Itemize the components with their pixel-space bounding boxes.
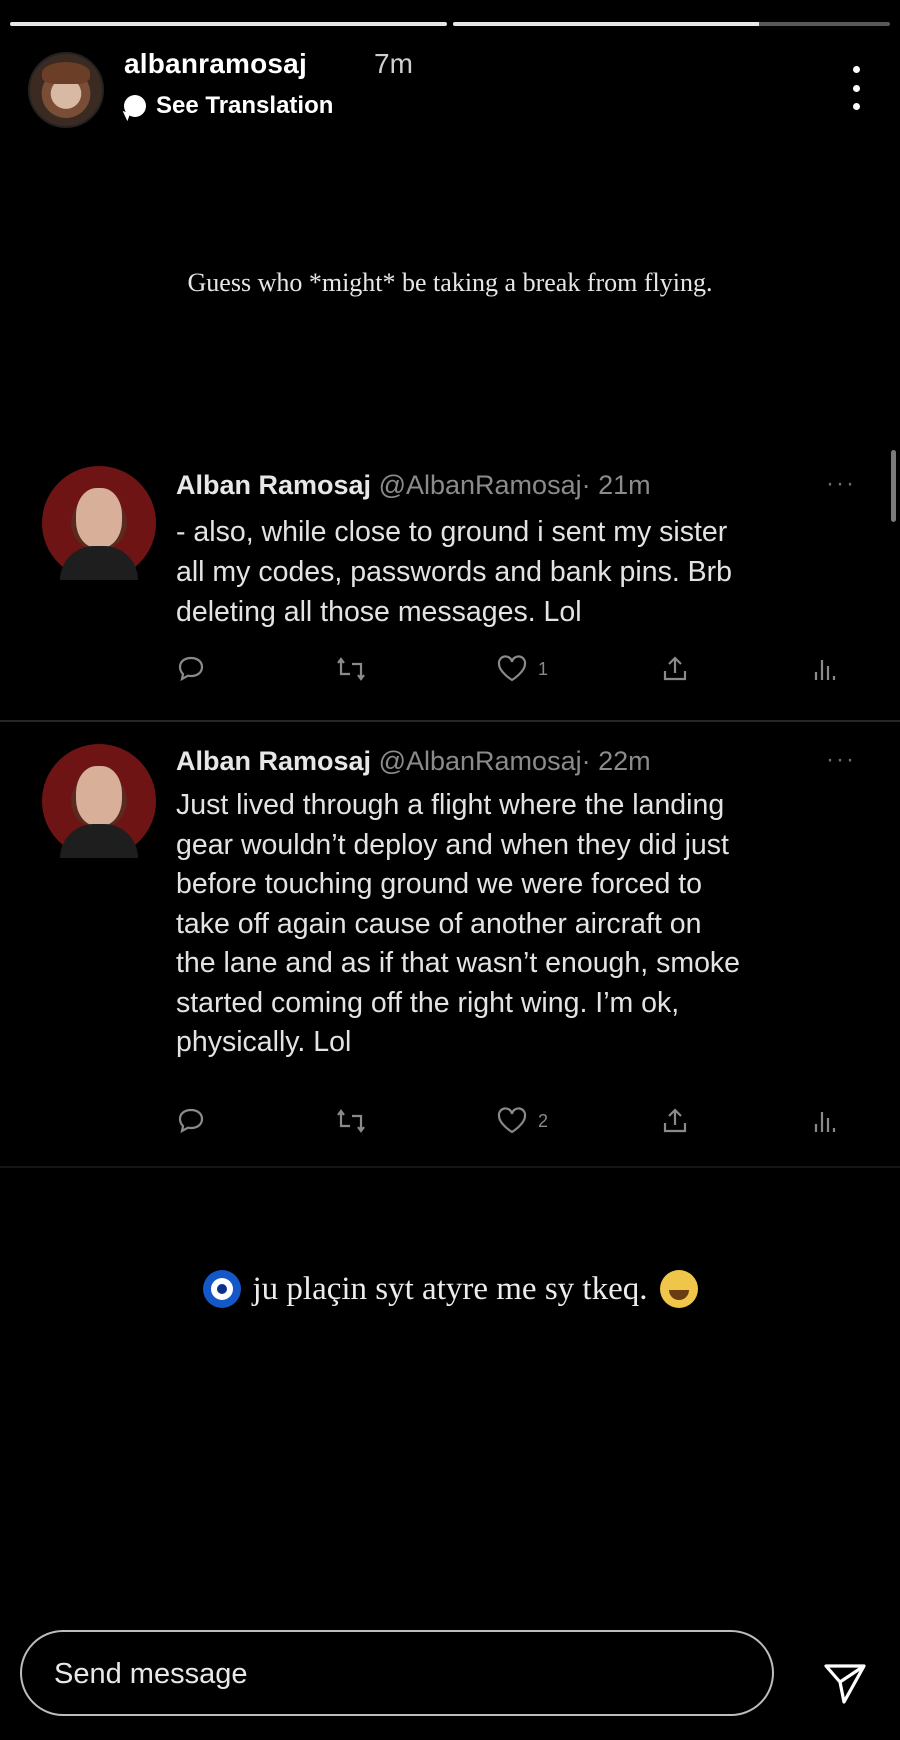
story-header: albanramosaj 7m See Translation xyxy=(28,48,880,128)
tweet-text-line: gear wouldn’t deploy and when they did j… xyxy=(176,828,729,861)
tweet-header: Alban Ramosaj @AlbanRamosaj· 21m xyxy=(176,470,651,501)
like-button: 2 xyxy=(496,1106,548,1136)
tweet-text-line: - also, while close to ground i sent my … xyxy=(176,516,728,548)
tweet-divider xyxy=(0,1166,900,1168)
analytics-icon xyxy=(812,1106,836,1136)
tweet-divider xyxy=(0,720,900,722)
see-translation-label: See Translation xyxy=(156,92,334,119)
share-icon xyxy=(660,1106,690,1136)
username[interactable]: albanramosaj xyxy=(124,48,307,80)
retweet-icon xyxy=(334,1106,368,1136)
heart-icon xyxy=(497,655,527,682)
like-count: 2 xyxy=(538,1110,549,1131)
tweet-text-line: deleting all those messages. Lol xyxy=(176,596,582,628)
story-progress-segment-1 xyxy=(10,22,447,26)
tweet-actions: 2 xyxy=(176,1106,836,1146)
story-time: 7m xyxy=(374,48,413,79)
tweet-text-line: Just lived through a flight where the la… xyxy=(176,789,725,821)
share-icon xyxy=(660,654,690,684)
send-message-input[interactable]: Send message xyxy=(20,1630,774,1716)
send-icon[interactable] xyxy=(820,1660,870,1706)
reply-icon xyxy=(176,654,206,684)
like-button: 1 xyxy=(496,654,548,684)
reply-icon xyxy=(176,1106,206,1136)
tweet-avatar xyxy=(42,466,156,580)
tweet-text-line: take off again cause of another aircraft… xyxy=(176,907,702,940)
laughing-emoji-icon xyxy=(659,1270,698,1308)
analytics-icon xyxy=(812,654,836,684)
tweet-time: · 21m xyxy=(581,470,651,500)
tweet-actions: 1 xyxy=(176,654,836,694)
tweet-time: · 22m xyxy=(581,746,651,776)
nazar-eye-icon xyxy=(202,1270,241,1308)
story-caption-top: Guess who *might* be taking a break from… xyxy=(187,268,713,297)
story-progress xyxy=(10,22,890,26)
heart-icon xyxy=(497,1107,527,1134)
tweet-more-icon: ··· xyxy=(826,470,856,497)
story-caption-bottom: ju plaçin syt atyre me sy tkeq. xyxy=(0,1270,900,1308)
tweet-text-line: physically. Lol xyxy=(176,1026,352,1058)
tweet-handle: @AlbanRamosaj xyxy=(378,470,582,500)
more-vertical-icon[interactable] xyxy=(846,66,866,110)
tweet-text-line: before touching ground we were forced to xyxy=(176,868,702,900)
see-translation-button[interactable]: See Translation xyxy=(124,92,333,120)
embedded-scrollbar xyxy=(891,450,896,522)
speech-bubble-icon xyxy=(124,95,146,117)
tweet-handle: @AlbanRamosaj xyxy=(378,746,582,776)
avatar[interactable] xyxy=(28,52,104,128)
tweet-text: Just lived through a flight where the la… xyxy=(176,786,856,1063)
tweet-text-line: started coming off the right wing. I’m o… xyxy=(176,986,680,1019)
story-progress-segment-2 xyxy=(453,22,890,26)
like-count: 1 xyxy=(538,658,549,679)
send-message-placeholder: Send message xyxy=(54,1658,248,1690)
tweet-header: Alban Ramosaj @AlbanRamosaj· 22m xyxy=(176,746,651,777)
tweet-more-icon: ··· xyxy=(826,746,856,773)
tweet-text: - also, while close to ground i sent my … xyxy=(176,512,856,632)
retweet-icon xyxy=(334,654,368,684)
tweet-text-line: the lane and as if that wasn’t enough, s… xyxy=(176,947,741,979)
tweet-text-line: all my codes, passwords and bank pins. B… xyxy=(176,556,733,588)
tweet-author-name: Alban Ramosaj xyxy=(176,470,372,500)
story-caption-bottom-text: ju plaçin syt atyre me sy tkeq. xyxy=(252,1270,648,1307)
tweet-author-name: Alban Ramosaj xyxy=(176,746,372,776)
tweet-avatar xyxy=(42,744,156,858)
